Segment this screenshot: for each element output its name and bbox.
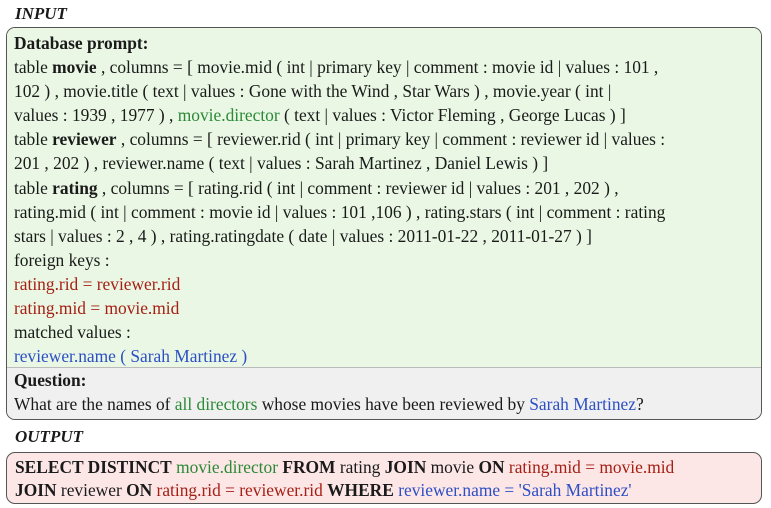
- prompt-line-7: rating.mid ( int | comment : movie id | …: [14, 201, 666, 222]
- input-section-title: INPUT: [15, 4, 67, 23]
- prompt-line-2: 102 ) , movie.title ( text | values : Go…: [14, 81, 612, 102]
- sql-line-1: SELECT DISTINCT movie.director FROM rati…: [15, 457, 675, 477]
- prompt-heading: Database prompt:: [14, 33, 149, 53]
- prompt-line-4: table reviewer , columns = [ reviewer.ri…: [14, 129, 666, 150]
- table-name-reviewer: reviewer: [52, 129, 117, 150]
- table-name-rating: rating: [52, 177, 98, 198]
- prompt-line-6: table rating , columns = [ rating.rid ( …: [14, 177, 619, 198]
- column-movie-director: movie.director: [177, 105, 280, 126]
- prompt-line-1: table movie , columns = [ movie.mid ( in…: [14, 57, 659, 78]
- database-prompt: Database prompt: table movie , columns =…: [7, 28, 761, 367]
- prompt-line-5: 201 , 202 ) , reviewer.name ( text | val…: [14, 153, 549, 174]
- question-heading: Question:: [14, 370, 87, 390]
- foreign-key-rid: rating.rid = reviewer.rid: [14, 273, 181, 294]
- sql-line-2: JOIN reviewer ON rating.rid = reviewer.r…: [15, 479, 632, 500]
- matched-value-reviewer-name: reviewer.name ( Sarah Martinez ): [14, 346, 248, 367]
- prompt-line-8: stars | values : 2 , 4 ) , rating.rating…: [14, 225, 592, 246]
- matched-values-label: matched values :: [14, 322, 131, 343]
- table-name-movie: movie: [52, 57, 97, 78]
- output-section-title: OUTPUT: [15, 427, 83, 446]
- input-panel: Database prompt: table movie , columns =…: [6, 27, 762, 420]
- question-block: Question: What are the names of all dire…: [7, 367, 761, 419]
- foreign-keys-label: foreign keys :: [14, 249, 110, 270]
- question-text: What are the names of all directors whos…: [14, 394, 644, 414]
- question-highlight-name: Sarah Martinez: [529, 394, 636, 414]
- prompt-line-3: values : 1939 , 1977 ) , movie.director …: [14, 105, 626, 126]
- foreign-key-mid: rating.mid = movie.mid: [14, 298, 180, 319]
- output-sql-panel: SELECT DISTINCT movie.director FROM rati…: [6, 452, 762, 504]
- question-highlight-directors: all directors: [174, 394, 258, 414]
